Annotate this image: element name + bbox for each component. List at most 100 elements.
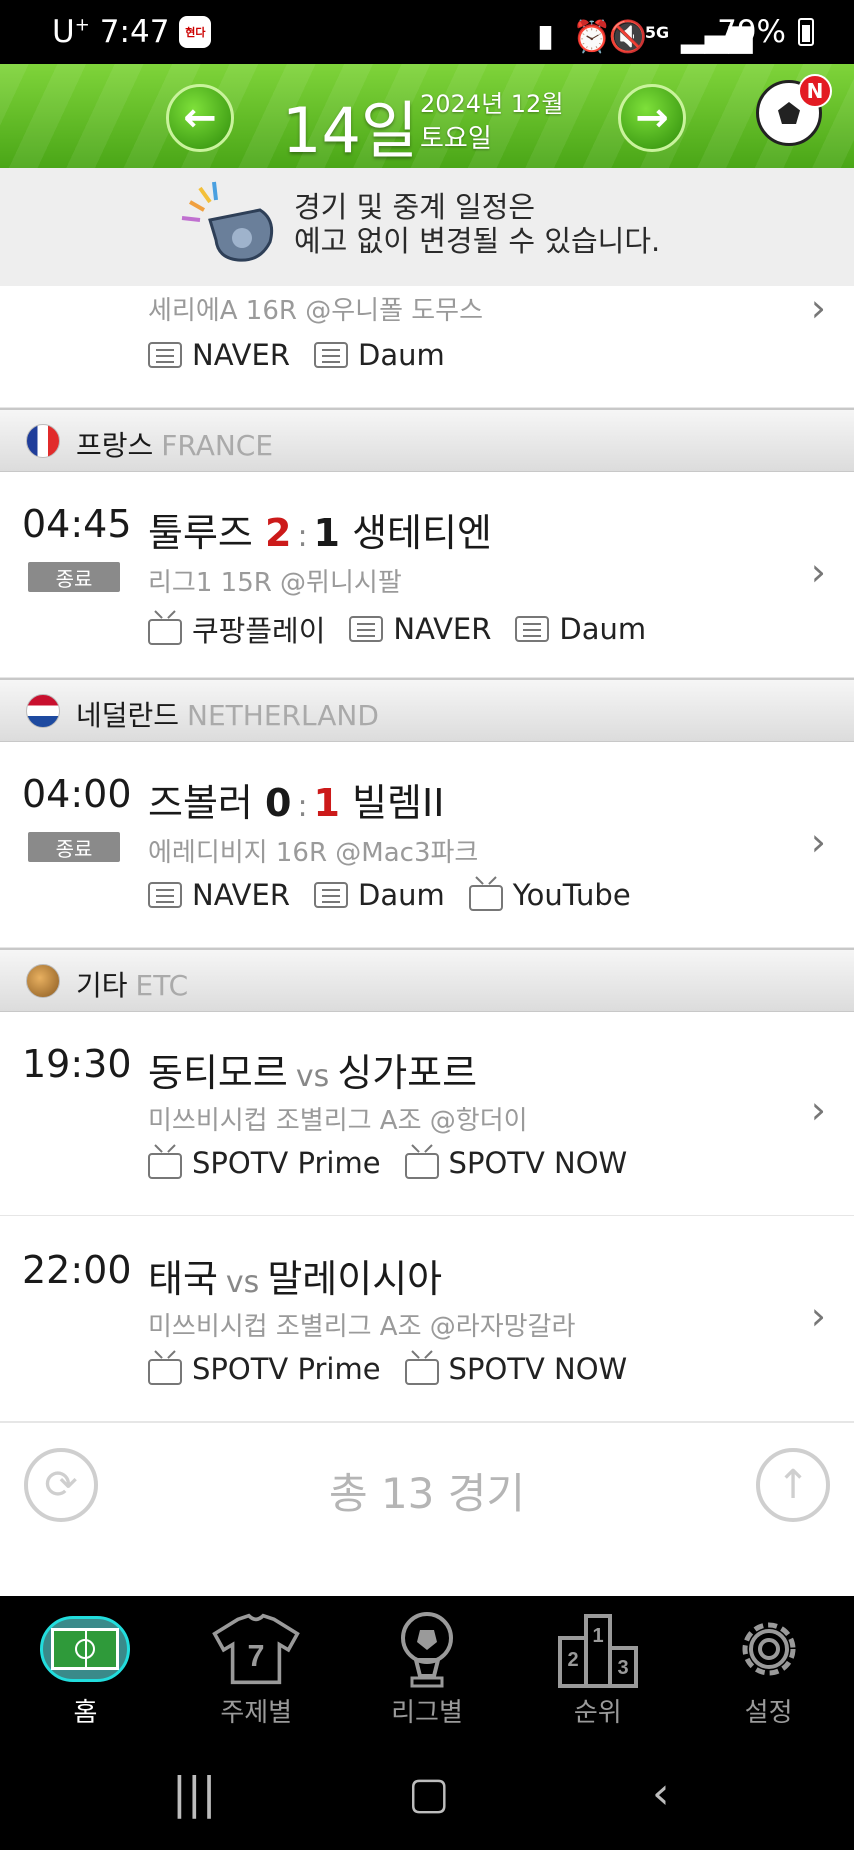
match-row[interactable]: 04:45 종료 툴루즈 2:1 생테티엔 리그1 15R @뮈니시팔 쿠팡플레…	[0, 472, 854, 678]
date-year-month: 2024년 12월	[420, 90, 564, 118]
back-button[interactable]: ‹	[652, 1768, 670, 1819]
match-meta: 세리에A 16R @우니폴 도무스	[148, 296, 484, 326]
podium-icon: 12 3	[553, 1610, 643, 1688]
channel-spotv-now: SPOTV NOW	[404, 1352, 628, 1386]
previous-day-button[interactable]: ←	[166, 84, 234, 152]
svg-text:3: 3	[617, 1657, 628, 1679]
channel-label: SPOTV NOW	[448, 1146, 628, 1180]
nav-label: 주제별	[220, 1698, 293, 1728]
match-row[interactable]: 22:00 태국 vs 말레이시아 미쓰비시컵 조별리그 A조 @라자망갈라 SPO…	[0, 1216, 854, 1422]
match-time: 04:00	[22, 772, 132, 816]
broadcast-channels: SPOTV Prime SPOTV NOW	[148, 1352, 627, 1386]
date-header: ← 14일 2024년 12월 토요일 → N	[0, 64, 854, 168]
tv-icon	[148, 1153, 182, 1179]
match-status-badge: 종료	[28, 832, 120, 862]
nav-label: 홈	[73, 1698, 98, 1728]
match-meta: 에레디비지 16R @Mac3파크	[148, 838, 479, 868]
soccer-trophy-icon	[382, 1610, 472, 1688]
nfc-icon: ▮	[536, 18, 554, 54]
league-name-ko: 프랑스	[76, 429, 154, 462]
chevron-right-icon: ›	[810, 286, 826, 330]
away-team: 싱가포르	[337, 1051, 478, 1095]
svg-text:2: 2	[567, 1649, 578, 1671]
nav-label: 설정	[744, 1698, 793, 1728]
match-time: 04:45	[22, 502, 132, 546]
league-header-netherlands: 네덜란드 NETHERLAND	[0, 678, 854, 742]
league-name: 프랑스 FRANCE	[76, 424, 273, 464]
alarm-icon: ⏰	[572, 19, 612, 55]
nav-standings[interactable]: 12 3 순위	[512, 1596, 683, 1738]
channel-spotv-now: SPOTV NOW	[404, 1146, 628, 1180]
nav-home[interactable]: 홈	[0, 1596, 171, 1738]
league-header-etc: 기타 ETC	[0, 948, 854, 1012]
channel-label: YouTube	[512, 878, 631, 912]
nav-topics[interactable]: 7 주제별	[171, 1596, 342, 1738]
home-team: 태국	[148, 1257, 218, 1301]
gear-icon	[724, 1610, 814, 1688]
channel-label: NAVER	[393, 612, 492, 646]
league-name-ko: 네덜란드	[76, 699, 180, 732]
status-bar: U+ 7:47 현다 ▮ ⏰ 🔇 5G ▂▄▆ 79%	[0, 0, 854, 64]
home-team: 툴루즈	[148, 511, 253, 555]
list-icon	[349, 616, 384, 642]
status-right: ▮ ⏰ 🔇 5G ▂▄▆ 79%	[536, 14, 814, 55]
next-day-button[interactable]: →	[618, 84, 686, 152]
channel-naver: NAVER	[349, 608, 491, 650]
soccer-ball-icon	[778, 102, 800, 124]
nav-leagues[interactable]: 리그별	[342, 1596, 513, 1738]
nav-label: 리그별	[391, 1698, 463, 1728]
channel-daum: Daum	[314, 878, 445, 912]
channel-label: SPOTV NOW	[448, 1352, 628, 1386]
nav-settings[interactable]: 설정	[683, 1596, 854, 1738]
league-name-en: NETHERLAND	[187, 699, 379, 732]
away-team: 말레이시아	[267, 1257, 443, 1301]
notice-line-1: 경기 및 중계 일정은	[294, 190, 536, 224]
match-time: 22:00	[22, 1248, 132, 1292]
league-header-france: 프랑스 FRANCE	[0, 408, 854, 472]
tv-icon	[404, 1153, 439, 1179]
battery-percent: 79%	[717, 14, 786, 50]
tv-icon	[404, 1359, 439, 1385]
channel-label: Daum	[559, 612, 647, 646]
match-meta: 리그1 15R @뮈니시팔	[148, 568, 402, 598]
date-weekday: 토요일	[420, 124, 492, 154]
match-status-badge: 종료	[28, 562, 120, 592]
channel-label: Daum	[358, 878, 445, 912]
broadcast-channels: SPOTV Prime SPOTV NOW	[148, 1146, 627, 1180]
list-icon	[148, 882, 182, 908]
battery-icon	[798, 18, 814, 46]
match-teams: 태국 vs 말레이시아	[148, 1248, 442, 1303]
away-score: 1	[313, 511, 340, 555]
notice-text: 경기 및 중계 일정은 예고 없이 변경될 수 있습니다.	[294, 190, 660, 258]
chevron-right-icon: ›	[810, 550, 826, 594]
channel-spotv-prime: SPOTV Prime	[148, 1146, 381, 1180]
match-row-partial[interactable]: 세리에A 16R @우니폴 도무스 NAVER Daum ›	[0, 286, 854, 408]
broadcast-channels: NAVER Daum YouTube	[148, 878, 631, 912]
list-icon	[314, 882, 348, 908]
league-name-ko: 기타	[76, 969, 128, 1002]
match-row[interactable]: 19:30 동티모르 vs 싱가포르 미쓰비시컵 조별리그 A조 @항더이 SPOT…	[0, 1012, 854, 1216]
home-team: 동티모르	[148, 1051, 288, 1095]
soccer-field-icon	[40, 1610, 131, 1688]
notice-line-2: 예고 없이 변경될 수 있습니다.	[294, 224, 661, 258]
match-teams: 즈볼러 0:1 빌렘II	[148, 781, 445, 825]
nav-label: 순위	[573, 1698, 622, 1728]
match-teams: 툴루즈 2:1 생테티엔	[148, 511, 492, 555]
channel-coupang-play: 쿠팡플레이	[148, 608, 325, 650]
france-flag-icon	[26, 424, 60, 458]
scroll-top-button[interactable]: ↑	[756, 1448, 830, 1522]
away-team: 생테티엔	[352, 511, 492, 555]
match-row[interactable]: 04:00 종료 즈볼러 0:1 빌렘II 에레디비지 16R @Mac3파크 …	[0, 742, 854, 948]
home-system-button[interactable]: ▢	[408, 1768, 450, 1819]
system-navigation-bar: ||| ▢ ‹	[0, 1738, 854, 1850]
guitar-icon	[26, 964, 60, 998]
chevron-right-icon: ›	[810, 1088, 826, 1132]
arrow-right-icon: →	[635, 95, 669, 141]
chevron-right-icon: ›	[810, 1294, 826, 1338]
mute-icon: 🔇	[608, 19, 648, 55]
tv-icon	[148, 619, 182, 645]
channel-spotv-prime: SPOTV Prime	[148, 1352, 381, 1386]
recent-apps-button[interactable]: |||	[172, 1768, 216, 1819]
list-icon	[148, 342, 182, 368]
home-team: 즈볼러	[148, 781, 253, 825]
